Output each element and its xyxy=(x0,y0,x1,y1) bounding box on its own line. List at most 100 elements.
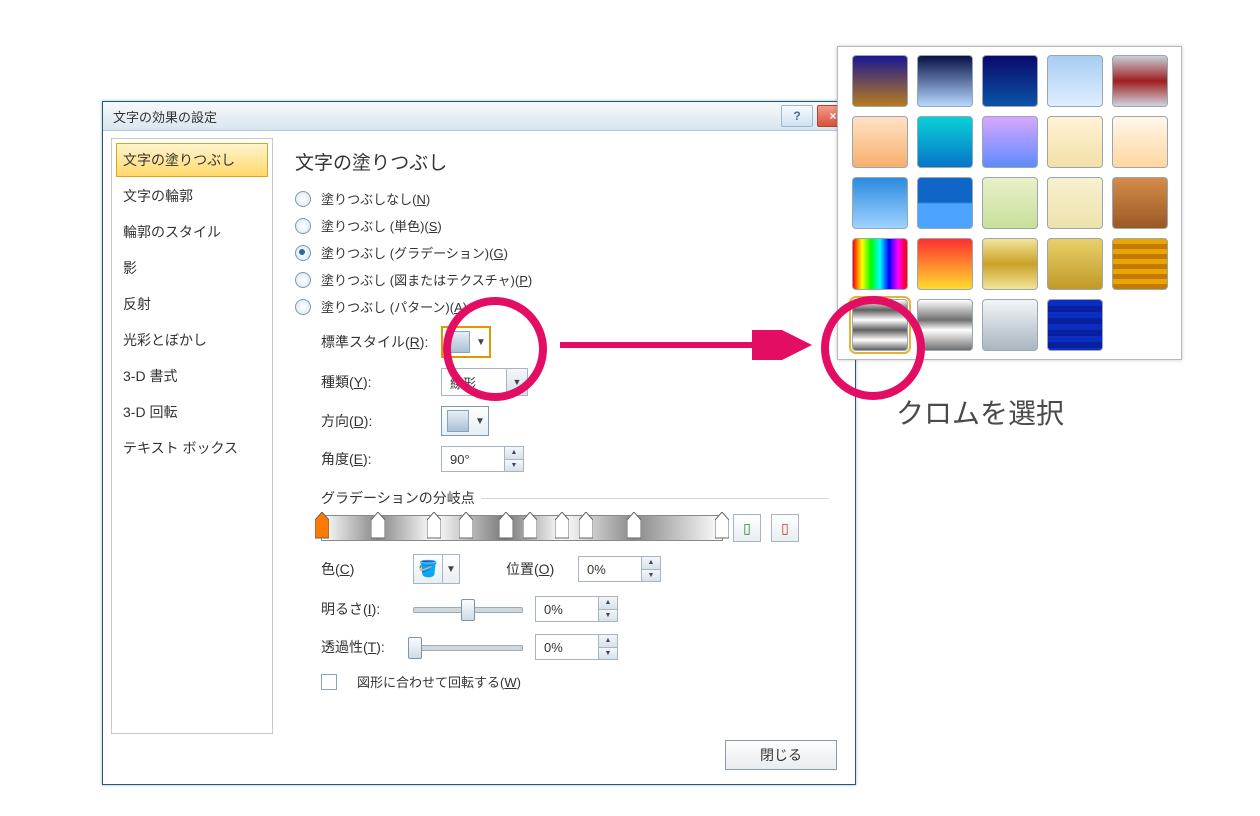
position-value: 0% xyxy=(579,557,641,581)
chevron-up-icon[interactable]: ▲ xyxy=(505,447,523,460)
transparency-slider[interactable] xyxy=(413,637,523,657)
fill-radio-row[interactable]: 塗りつぶし (グラデーション)(G) xyxy=(295,243,829,262)
radio-icon[interactable] xyxy=(295,218,311,234)
preset-style-dropdown[interactable]: ▼ xyxy=(441,326,491,358)
preset-swatch[interactable] xyxy=(982,55,1038,107)
preset-swatch[interactable] xyxy=(852,238,908,290)
radio-label: 塗りつぶし (パターン)(A) xyxy=(321,297,467,316)
nav-item[interactable]: 3-D 書式 xyxy=(116,359,268,393)
type-value: 線形 xyxy=(442,369,506,395)
chevron-up-icon[interactable]: ▲ xyxy=(642,557,660,570)
fill-radio-row[interactable]: 塗りつぶし (パターン)(A) xyxy=(295,297,829,316)
preset-swatch[interactable] xyxy=(1047,299,1103,351)
direction-dropdown[interactable]: ▼ xyxy=(441,406,489,436)
gradient-stop-handle[interactable] xyxy=(555,512,569,540)
titlebar[interactable]: 文字の効果の設定 ? × xyxy=(103,102,855,131)
fill-radio-row[interactable]: 塗りつぶしなし(N) xyxy=(295,189,829,208)
preset-swatch[interactable] xyxy=(1047,238,1103,290)
preset-swatch[interactable] xyxy=(1047,116,1103,168)
gradient-stop-handle[interactable] xyxy=(427,512,441,540)
radio-icon[interactable] xyxy=(295,245,311,261)
preset-swatch[interactable] xyxy=(982,116,1038,168)
radio-icon[interactable] xyxy=(295,191,311,207)
preset-swatch[interactable] xyxy=(917,238,973,290)
add-stop-button[interactable]: ▯ xyxy=(733,514,761,542)
preset-swatch[interactable] xyxy=(1112,238,1168,290)
preset-swatch[interactable] xyxy=(917,177,973,229)
preset-swatch[interactable] xyxy=(852,116,908,168)
preset-label: 標準スタイル(R): xyxy=(321,332,431,352)
nav-item[interactable]: 文字の輪郭 xyxy=(116,179,268,213)
transparency-value: 0% xyxy=(536,635,598,659)
help-button[interactable]: ? xyxy=(781,105,813,127)
brightness-spinner[interactable]: 0% ▲▼ xyxy=(535,596,618,622)
panel-title: 文字の塗りつぶし xyxy=(295,148,829,175)
slider-thumb-icon[interactable] xyxy=(408,637,422,659)
preset-chrome[interactable] xyxy=(852,299,908,351)
angle-spinner[interactable]: 90° ▲▼ xyxy=(441,446,524,472)
chevron-up-icon[interactable]: ▲ xyxy=(599,635,617,648)
chevron-down-icon[interactable]: ▼ xyxy=(505,460,523,472)
transparency-spinner[interactable]: 0% ▲▼ xyxy=(535,634,618,660)
text-effects-dialog: 文字の効果の設定 ? × 文字の塗りつぶし文字の輪郭輪郭のスタイル影反射光彩とぼ… xyxy=(102,101,856,785)
type-label: 種類(Y): xyxy=(321,372,431,392)
radio-icon[interactable] xyxy=(295,299,311,315)
preset-swatch[interactable] xyxy=(982,299,1038,351)
preset-swatch[interactable] xyxy=(852,55,908,107)
radio-icon[interactable] xyxy=(295,272,311,288)
nav-item[interactable]: 文字の塗りつぶし xyxy=(116,143,268,177)
gradient-stop-handle[interactable] xyxy=(627,512,641,540)
radio-label: 塗りつぶし (グラデーション)(G) xyxy=(321,243,508,262)
preset-chrome2[interactable] xyxy=(917,299,973,351)
nav-item[interactable]: 3-D 回転 xyxy=(116,395,268,429)
close-dialog-button[interactable]: 閉じる xyxy=(725,740,837,770)
gradient-stop-handle[interactable] xyxy=(371,512,385,540)
gradient-stop-handle[interactable] xyxy=(715,512,729,540)
rotate-with-shape-checkbox[interactable] xyxy=(321,674,337,690)
direction-swatch-icon xyxy=(447,410,469,432)
chevron-down-icon[interactable]: ▼ xyxy=(642,570,660,582)
position-spinner[interactable]: 0% ▲▼ xyxy=(578,556,661,582)
gradient-stop-handle[interactable] xyxy=(499,512,513,540)
preset-swatch[interactable] xyxy=(1047,55,1103,107)
gradient-stop-handle[interactable] xyxy=(459,512,473,540)
color-label: 色(C) xyxy=(321,559,401,579)
gradient-stop-handle[interactable] xyxy=(523,512,537,540)
preset-swatch[interactable] xyxy=(982,238,1038,290)
preset-swatch[interactable] xyxy=(917,116,973,168)
color-dropdown[interactable]: 🪣 ▼ xyxy=(413,554,460,584)
preset-swatch[interactable] xyxy=(982,177,1038,229)
fill-radio-row[interactable]: 塗りつぶし (図またはテクスチャ)(P) xyxy=(295,270,829,289)
nav-item[interactable]: 光彩とぼかし xyxy=(116,323,268,357)
brightness-slider[interactable] xyxy=(413,599,523,619)
preset-swatch[interactable] xyxy=(852,177,908,229)
preset-swatch[interactable] xyxy=(1112,55,1168,107)
gradient-stop-handle[interactable] xyxy=(315,512,329,540)
type-combo[interactable]: 線形 ▼ xyxy=(441,368,528,396)
chevron-down-icon[interactable]: ▼ xyxy=(599,610,617,622)
nav-item[interactable]: 反射 xyxy=(116,287,268,321)
gradient-stop-bar[interactable] xyxy=(321,515,723,541)
radio-label: 塗りつぶし (単色)(S) xyxy=(321,216,442,235)
preset-swatch[interactable] xyxy=(1047,177,1103,229)
preset-swatch[interactable] xyxy=(917,55,973,107)
dialog-title: 文字の効果の設定 xyxy=(113,107,777,126)
transparency-label: 透過性(T): xyxy=(321,637,401,657)
chevron-down-icon: ▼ xyxy=(442,555,459,583)
fill-radio-row[interactable]: 塗りつぶし (単色)(S) xyxy=(295,216,829,235)
nav-item[interactable]: テキスト ボックス xyxy=(116,431,268,465)
brightness-value: 0% xyxy=(536,597,598,621)
preset-gradient-popup xyxy=(837,46,1182,360)
chevron-down-icon[interactable]: ▼ xyxy=(599,648,617,660)
fill-panel: 文字の塗りつぶし 塗りつぶしなし(N) 塗りつぶし (単色)(S) 塗りつぶし (グ… xyxy=(273,138,847,734)
nav-item[interactable]: 影 xyxy=(116,251,268,285)
slider-thumb-icon[interactable] xyxy=(461,599,475,621)
gradient-stop-handle[interactable] xyxy=(579,512,593,540)
nav-item[interactable]: 輪郭のスタイル xyxy=(116,215,268,249)
radio-label: 塗りつぶしなし(N) xyxy=(321,189,430,208)
chevron-up-icon[interactable]: ▲ xyxy=(599,597,617,610)
preset-swatch[interactable] xyxy=(1112,116,1168,168)
preset-swatch[interactable] xyxy=(1112,177,1168,229)
caption-text: クロムを選択 xyxy=(896,392,1064,432)
remove-stop-button[interactable]: ▯ xyxy=(771,514,799,542)
